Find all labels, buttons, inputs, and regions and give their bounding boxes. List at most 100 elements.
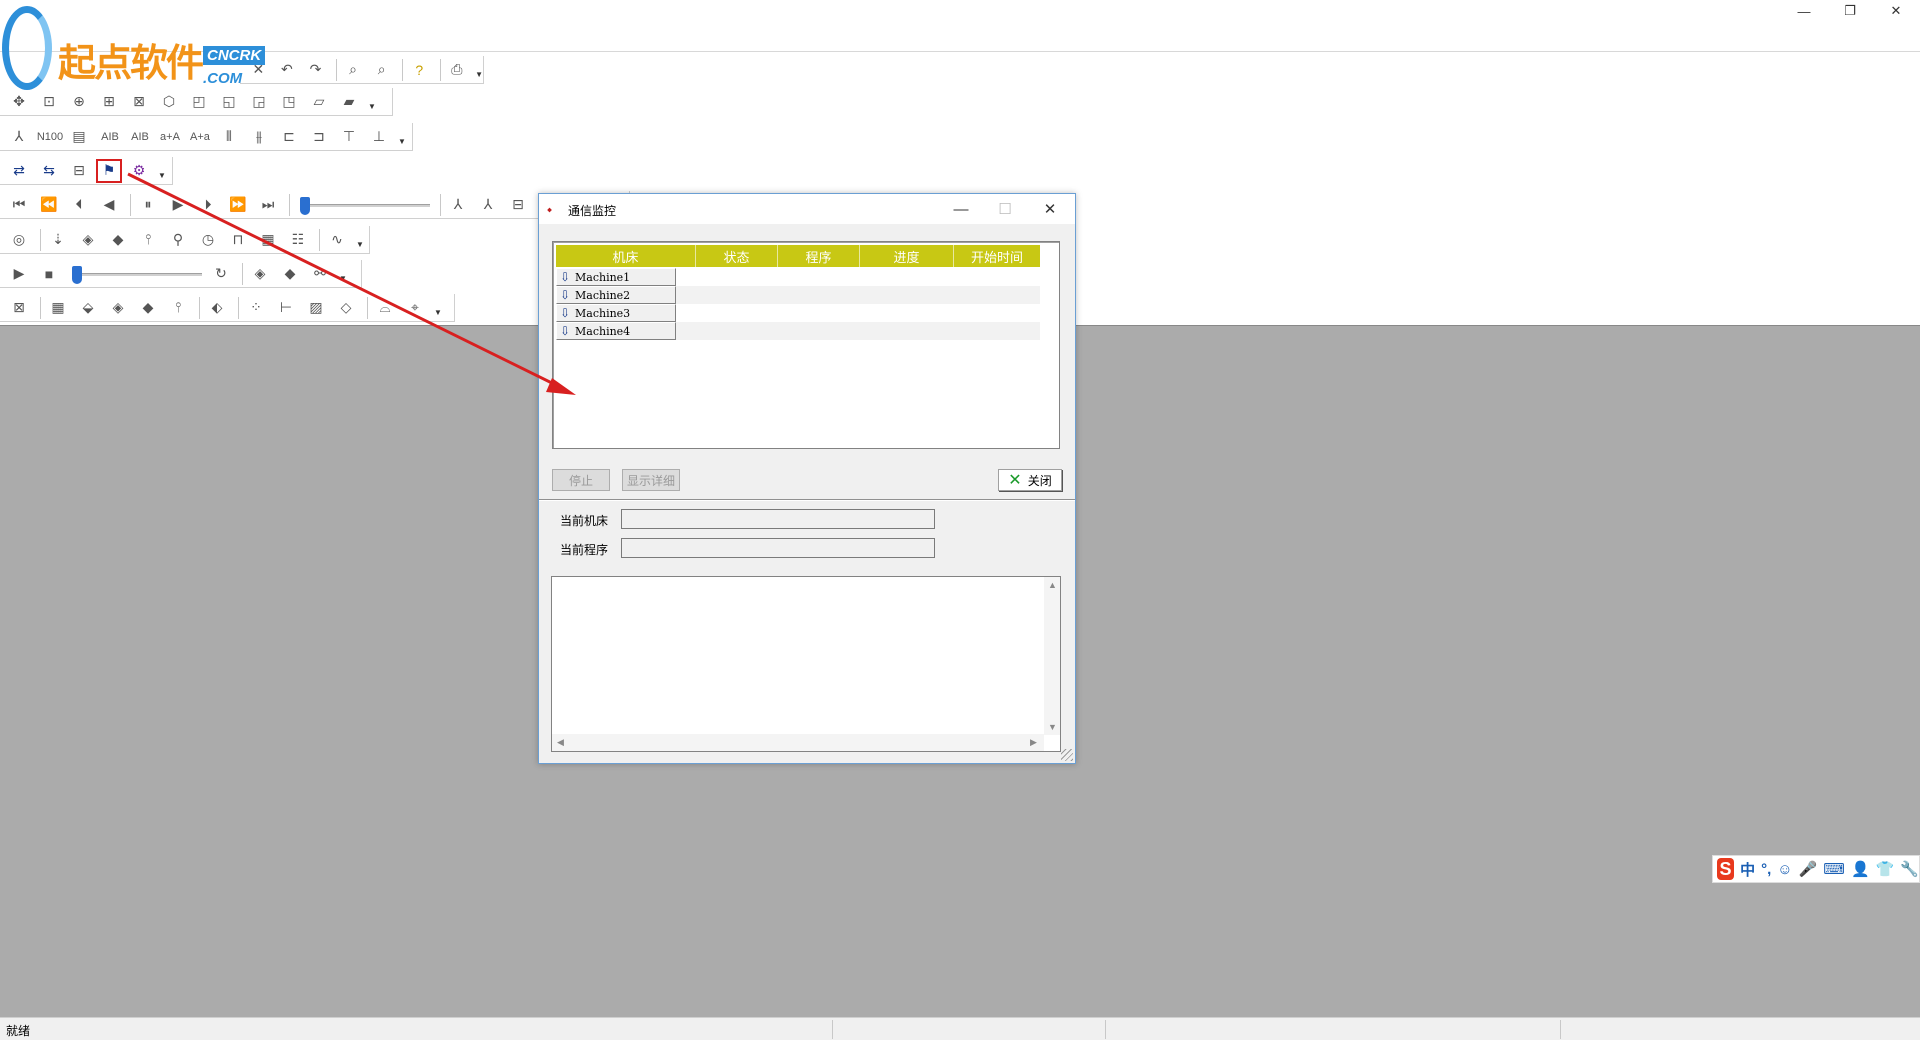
table-row[interactable]: ⇩ Machine2	[556, 286, 1040, 304]
ime-emoji-icon[interactable]: ☺	[1777, 861, 1792, 878]
dropdown-arrow-icon[interactable]: ▼	[475, 70, 483, 79]
point-icon[interactable]: ⁘	[243, 296, 269, 320]
dnc-icon[interactable]: ⊟	[66, 159, 92, 183]
section-icon[interactable]: ⬖	[204, 296, 230, 320]
stock-icon[interactable]: ◆	[105, 228, 131, 252]
simulation-speed-slider[interactable]	[300, 196, 430, 215]
close-button[interactable]: ✕ 关闭	[998, 469, 1062, 491]
reverse-play-icon[interactable]: ◀	[96, 193, 122, 217]
dropdown-arrow-icon[interactable]: ▼	[434, 308, 442, 317]
model-icon[interactable]: ⊠	[6, 296, 32, 320]
prev-block-icon[interactable]: ⏪	[36, 193, 62, 217]
ime-tools-icon[interactable]: 🔧	[1900, 860, 1919, 878]
machine-row-header[interactable]: ⇩ Machine3	[556, 304, 676, 322]
pause-icon[interactable]: ⏸	[135, 193, 161, 217]
step-forward-icon[interactable]: ⏵	[195, 193, 221, 217]
fixture-icon[interactable]: ⊓	[225, 228, 251, 252]
aib-toggle-1[interactable]: AIB	[96, 131, 124, 143]
machine-status-grid[interactable]: 机床 状态 程序 进度 开始时间 ⇩ Machine1 ⇩ Machine2 ⇩…	[552, 241, 1060, 449]
machine-row-header[interactable]: ⇩ Machine1	[556, 268, 676, 286]
line-numbers-icon[interactable]: ▤	[66, 125, 92, 149]
find-replace-icon[interactable]: ⌕	[369, 58, 394, 82]
refresh-icon[interactable]: ↻	[208, 262, 234, 286]
curve-icon[interactable]: ∿	[324, 228, 350, 252]
stop-button[interactable]: 停止	[552, 469, 610, 491]
fly-icon[interactable]: ⌓	[372, 296, 398, 320]
column-header-progress[interactable]: 进度	[860, 245, 954, 267]
report-icon[interactable]: ☷	[285, 228, 311, 252]
back-view-icon[interactable]: ◳	[276, 90, 302, 114]
part-icon[interactable]: ◆	[277, 262, 303, 286]
clock-icon[interactable]: ◷	[195, 228, 221, 252]
redo-icon[interactable]: ↷	[303, 58, 328, 82]
text-top-icon[interactable]: ⊤	[336, 125, 362, 149]
scroll-up-icon[interactable]: ▲	[1048, 580, 1057, 590]
slider-thumb[interactable]	[72, 265, 82, 284]
help-icon[interactable]: ?	[407, 58, 432, 82]
resize-grip-icon[interactable]	[1061, 749, 1073, 761]
close-window-button[interactable]: ✕	[1873, 0, 1919, 22]
dropdown-arrow-icon[interactable]: ▼	[368, 102, 376, 111]
sogou-logo-icon[interactable]: S	[1717, 858, 1735, 880]
tool-icon[interactable]: ⫯	[135, 228, 161, 252]
ime-keyboard-icon[interactable]: ⌨	[1823, 860, 1845, 878]
tool-display-icon[interactable]: ⅄	[6, 125, 32, 149]
compare-icon[interactable]: ⚯	[307, 262, 333, 286]
gauge-icon[interactable]: ◇	[333, 296, 359, 320]
shaded-view-icon[interactable]: ▰	[336, 90, 362, 114]
verify-speed-slider[interactable]	[72, 265, 202, 284]
vertical-scrollbar[interactable]: ▲ ▼	[1044, 577, 1060, 735]
scroll-down-icon[interactable]: ▼	[1048, 722, 1057, 732]
log-text-area[interactable]: ▲ ▼ ◀ ▶	[551, 576, 1061, 752]
dialog-minimize-button[interactable]: —	[946, 198, 976, 220]
measure-icon[interactable]: ⊢	[273, 296, 299, 320]
bottom-view-icon[interactable]: ▱	[306, 90, 332, 114]
cut-stock-icon[interactable]: ◈	[247, 262, 273, 286]
show-details-button[interactable]: 显示详细	[622, 469, 680, 491]
tool-shape-icon[interactable]: ⫯	[165, 296, 191, 320]
communication-monitor-button[interactable]: ⚑	[96, 158, 122, 183]
xyz-axis-icon[interactable]: ⅄	[475, 193, 501, 217]
text-bottom-icon[interactable]: ⊥	[366, 125, 392, 149]
arrange-icon[interactable]: ⊏	[276, 125, 302, 149]
table-row[interactable]: ⇩ Machine4	[556, 322, 1040, 340]
play-icon[interactable]: ▶	[165, 193, 191, 217]
dialog-close-button[interactable]: ✕	[1035, 198, 1065, 220]
solid-shape-icon[interactable]: ◈	[105, 296, 131, 320]
last-icon[interactable]: ⏭	[255, 193, 281, 217]
dropdown-arrow-icon[interactable]: ▼	[356, 240, 364, 249]
distribute-icon[interactable]: ⫵	[246, 125, 272, 149]
find-icon[interactable]: ⌕	[341, 58, 366, 82]
axis-icon[interactable]: ⅄	[445, 193, 471, 217]
part-shape-icon[interactable]: ◆	[135, 296, 161, 320]
calculator-icon[interactable]: ▦	[255, 228, 281, 252]
table-row[interactable]: ⇩ Machine3	[556, 304, 1040, 322]
dropdown-arrow-icon[interactable]: ▼	[398, 137, 406, 146]
ime-user-icon[interactable]: 👤	[1851, 860, 1870, 878]
step-back-icon[interactable]: ⏴	[66, 193, 92, 217]
dropdown-arrow-icon[interactable]: ▼	[339, 274, 347, 283]
machine-row-header[interactable]: ⇩ Machine4	[556, 322, 676, 340]
first-icon[interactable]: ⏮	[6, 193, 32, 217]
columns-icon[interactable]: ⊐	[306, 125, 332, 149]
machine-icon[interactable]: ⊟	[505, 193, 531, 217]
table-row[interactable]: ⇩ Machine1	[556, 268, 1040, 286]
send-program-icon[interactable]: ⇄	[6, 159, 32, 183]
column-header-status[interactable]: 状态	[696, 245, 778, 267]
aib-toggle-2[interactable]: AIB	[126, 131, 154, 143]
n100-toggle[interactable]: N100	[36, 131, 64, 143]
align-icon[interactable]: ⫴	[216, 125, 242, 149]
run-icon[interactable]: ▶	[6, 262, 32, 286]
hatch-icon[interactable]: ▨	[303, 296, 329, 320]
restore-button[interactable]: ❐	[1827, 0, 1873, 22]
next-block-icon[interactable]: ⏩	[225, 193, 251, 217]
scroll-right-icon[interactable]: ▶	[1030, 737, 1037, 748]
column-header-program[interactable]: 程序	[778, 245, 860, 267]
solid-icon[interactable]: ◈	[75, 228, 101, 252]
column-header-start-time[interactable]: 开始时间	[954, 245, 1040, 267]
print-icon[interactable]: ⎙	[445, 58, 470, 82]
horizontal-scrollbar[interactable]: ◀ ▶	[552, 734, 1044, 751]
slider-thumb[interactable]	[300, 196, 310, 215]
dialog-title-bar[interactable]: ⬩ 通信监控 — ☐ ✕	[539, 194, 1075, 224]
ime-skin-icon[interactable]: 👕	[1876, 860, 1895, 878]
